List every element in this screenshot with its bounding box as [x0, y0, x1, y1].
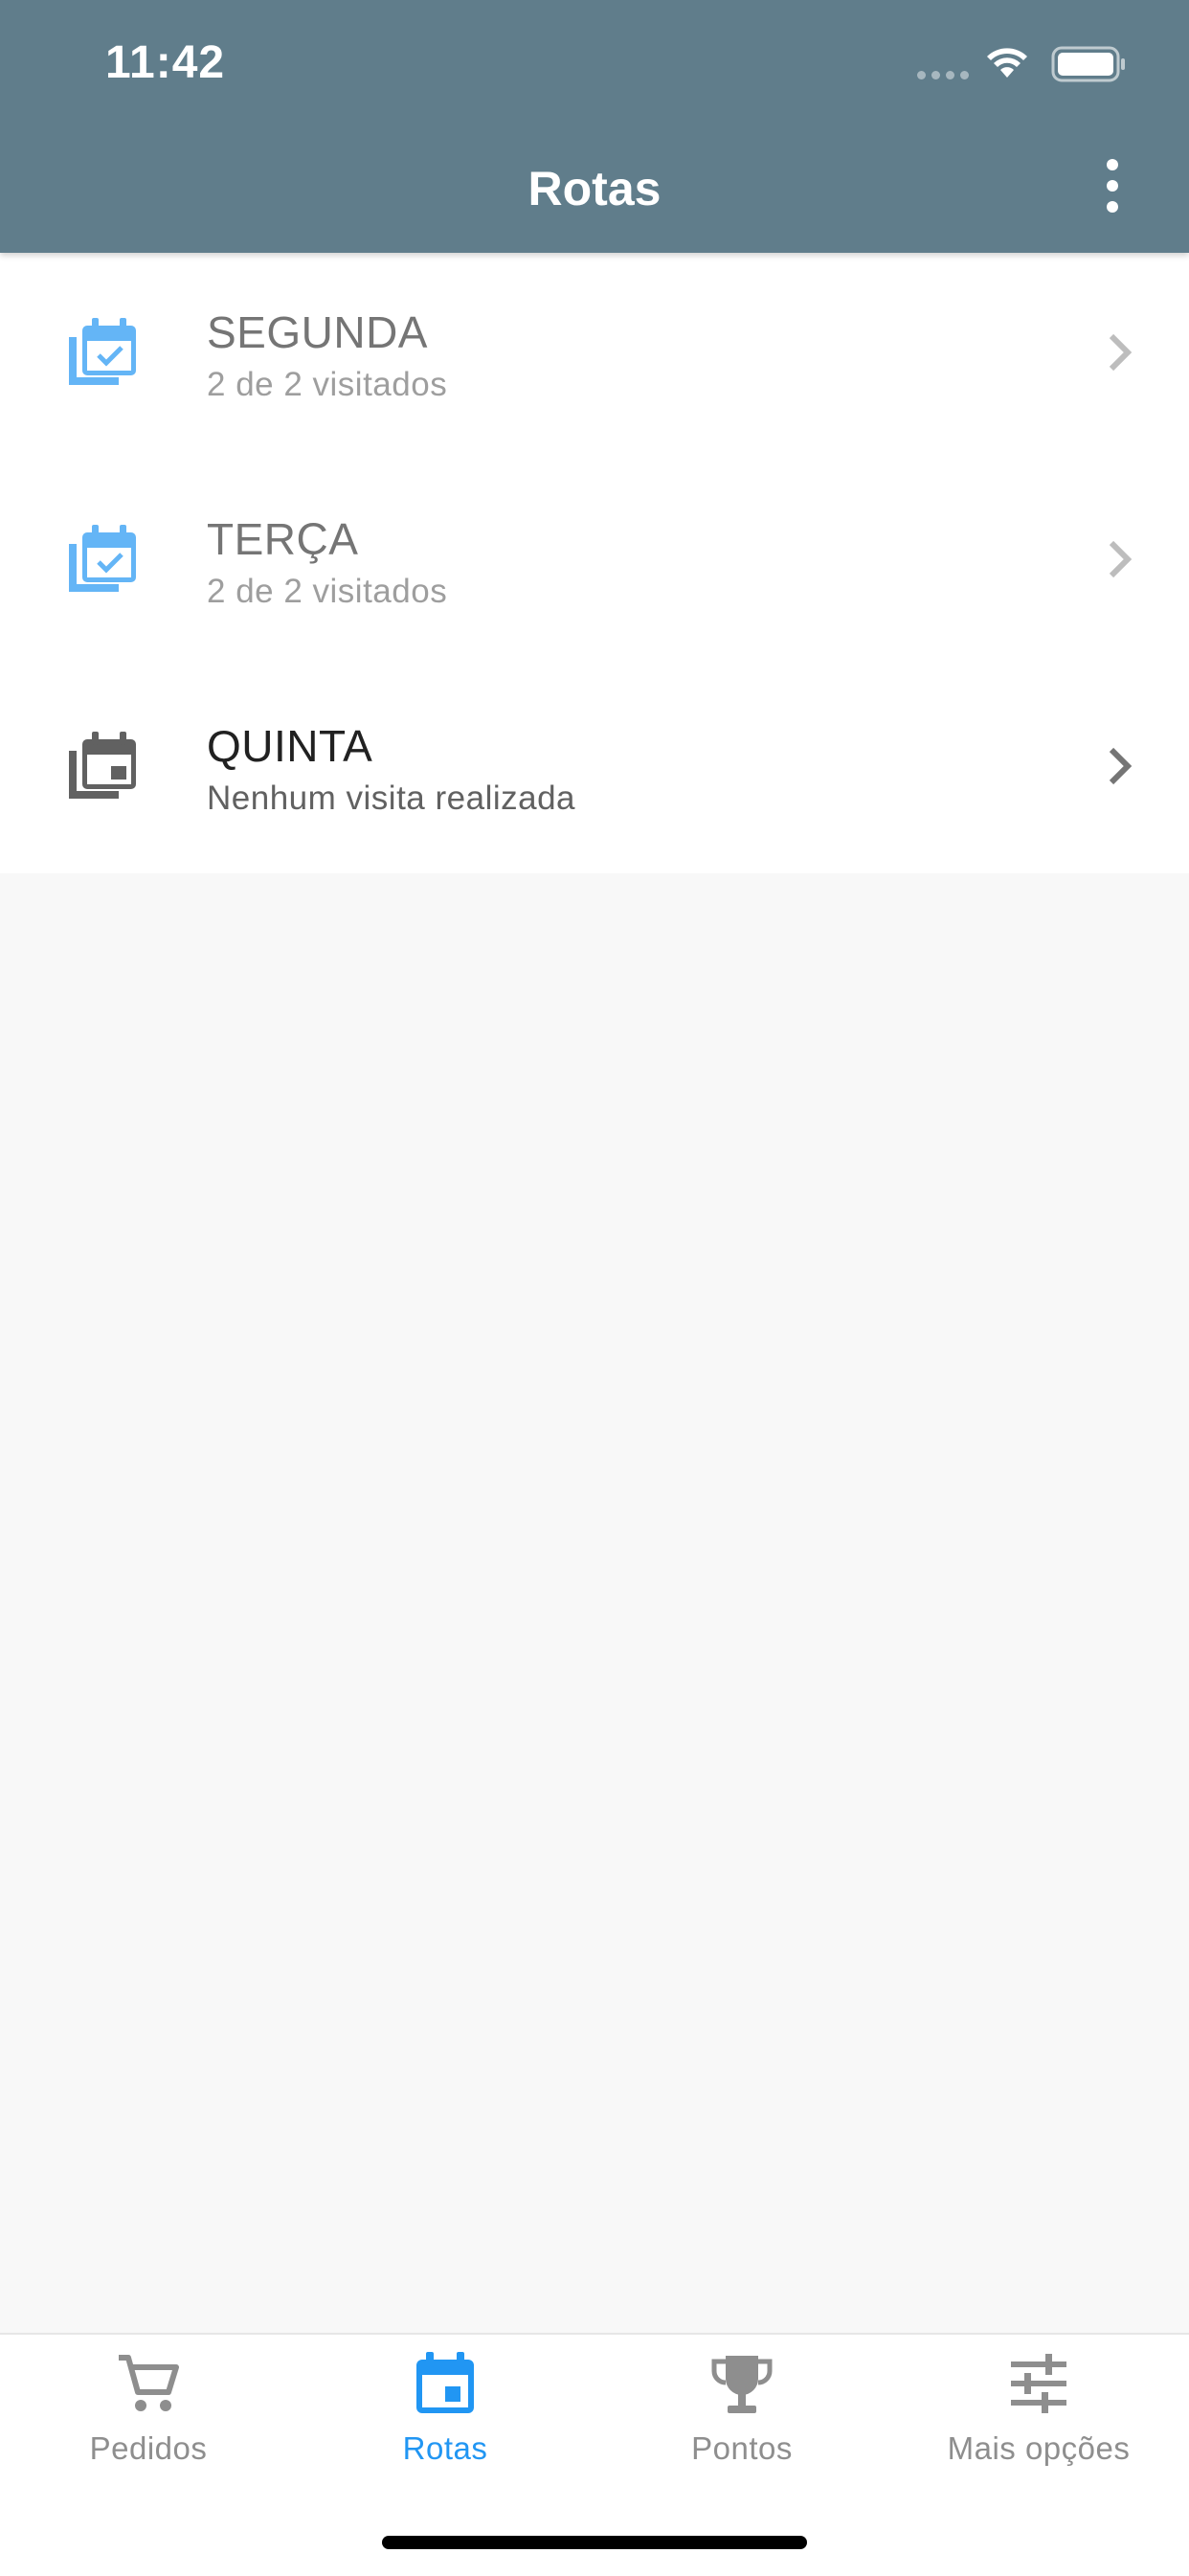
chevron-right-icon — [1109, 747, 1133, 785]
cellular-signal-icon — [917, 71, 969, 79]
calendar-event-icon — [69, 732, 136, 799]
route-status-label: 2 de 2 visitados — [207, 366, 448, 403]
trophy-icon — [711, 2356, 773, 2413]
tab-label: Pontos — [691, 2430, 793, 2466]
battery-icon — [1051, 46, 1125, 82]
wifi-icon — [987, 48, 1027, 78]
tab-mais-opcoes[interactable]: Mais opções — [890, 2335, 1187, 2488]
route-day-label: TERÇA — [207, 514, 359, 564]
tab-label: Mais opções — [947, 2430, 1131, 2466]
route-item-quinta[interactable]: QUINTA Nenhum visita realizada — [0, 667, 1189, 873]
calendar-check-icon — [69, 525, 136, 592]
tune-icon — [1011, 2354, 1066, 2413]
calendar-icon — [416, 2352, 474, 2413]
routes-list: SEGUNDA 2 de 2 visitados TERÇA 2 de 2 vi… — [0, 253, 1189, 873]
route-item-terca[interactable]: TERÇA 2 de 2 visitados — [0, 460, 1189, 667]
chevron-right-icon — [1109, 333, 1133, 372]
route-status-label: Nenhum visita realizada — [207, 780, 576, 817]
tab-label: Pedidos — [89, 2430, 208, 2466]
cart-icon — [119, 2355, 179, 2411]
tab-rotas[interactable]: Rotas — [297, 2335, 594, 2488]
route-day-label: SEGUNDA — [207, 307, 428, 357]
calendar-check-icon — [69, 318, 136, 385]
route-item-segunda[interactable]: SEGUNDA 2 de 2 visitados — [0, 253, 1189, 460]
route-day-label: QUINTA — [207, 721, 373, 771]
home-indicator — [382, 2536, 807, 2549]
tab-label: Rotas — [402, 2430, 488, 2466]
route-status-label: 2 de 2 visitados — [207, 573, 448, 610]
chevron-right-icon — [1109, 540, 1133, 578]
tab-pedidos[interactable]: Pedidos — [0, 2335, 297, 2488]
more-vert-icon[interactable] — [1101, 159, 1124, 213]
tab-pontos[interactable]: Pontos — [594, 2335, 890, 2488]
page-title: Rotas — [527, 162, 662, 215]
status-time: 11:42 — [105, 37, 226, 88]
app-header: 11:42 Rotas — [0, 0, 1189, 253]
